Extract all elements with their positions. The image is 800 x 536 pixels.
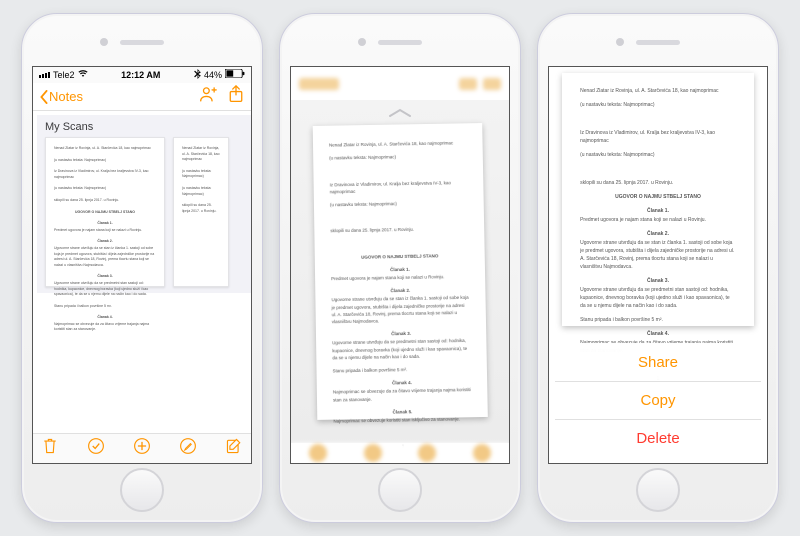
speaker (636, 40, 680, 45)
carrier-label: Tele2 (53, 70, 75, 80)
scanned-document-preview: Nenad Zlatar iz Rovinja, ul. A. Starčevi… (562, 73, 754, 326)
status-bar: Tele2 12:12 AM 44% (33, 67, 251, 83)
signal-icon (39, 72, 50, 78)
sheet-copy-button[interactable]: Copy (555, 381, 761, 419)
speaker (120, 40, 164, 45)
home-button[interactable] (378, 468, 422, 512)
trash-icon[interactable] (41, 437, 59, 460)
nav-bar: Notes (33, 83, 251, 111)
device-scan-viewer: Nenad Zlatar iz Rovinja, ul. A. Starčevi… (279, 13, 521, 523)
scan-thumbnail-1[interactable]: Nenad Zlatar iz Rovinja, ul. A. Starčevi… (45, 137, 165, 287)
blurred-toolbar (291, 443, 509, 463)
device-action-sheet: Nenad Zlatar iz Rovinja, ul. A. Starčevi… (537, 13, 779, 523)
battery-label: 44% (204, 70, 222, 80)
home-button[interactable] (120, 468, 164, 512)
note-body: My Scans Nenad Zlatar iz Rovinja, ul. A.… (33, 111, 251, 433)
scan-thumbnail-2[interactable]: Nenad Zlatar iz Rovinja, ul. A. Starčevi… (173, 137, 229, 287)
front-camera (616, 38, 624, 46)
device-notes-list: Tele2 12:12 AM 44% Notes (21, 13, 263, 523)
sheet-share-button[interactable]: Share (555, 343, 761, 381)
document-viewer[interactable]: Nenad Zlatar iz Rovinja, ul. A. Starčevi… (291, 100, 509, 442)
home-button[interactable] (636, 468, 680, 512)
back-button[interactable]: Notes (39, 89, 83, 104)
scanned-document[interactable]: Nenad Zlatar iz Rovinja, ul. A. Starčevi… (313, 123, 488, 420)
clock: 12:12 AM (121, 70, 160, 80)
action-sheet: Share Copy Delete (555, 343, 761, 457)
screen-viewer: Nenad Zlatar iz Rovinja, ul. A. Starčevi… (290, 66, 510, 464)
chevron-up-icon[interactable] (388, 104, 412, 122)
add-icon[interactable] (133, 437, 151, 460)
share-icon[interactable] (227, 85, 245, 108)
blurred-nav (291, 67, 509, 100)
front-camera (358, 38, 366, 46)
bluetooth-icon (194, 69, 201, 81)
battery-icon (225, 69, 245, 80)
bottom-toolbar (33, 433, 251, 463)
add-person-icon[interactable] (199, 85, 217, 108)
check-icon[interactable] (87, 437, 105, 460)
sheet-delete-button[interactable]: Delete (555, 419, 761, 457)
markup-icon[interactable] (179, 437, 197, 460)
screen-notes: Tele2 12:12 AM 44% Notes (32, 66, 252, 464)
screen-sheet: Nenad Zlatar iz Rovinja, ul. A. Starčevi… (548, 66, 768, 464)
speaker (378, 40, 422, 45)
compose-icon[interactable] (225, 437, 243, 460)
note-title: My Scans (45, 121, 243, 133)
back-label: Notes (49, 89, 83, 104)
wifi-icon (78, 69, 88, 80)
front-camera (100, 38, 108, 46)
